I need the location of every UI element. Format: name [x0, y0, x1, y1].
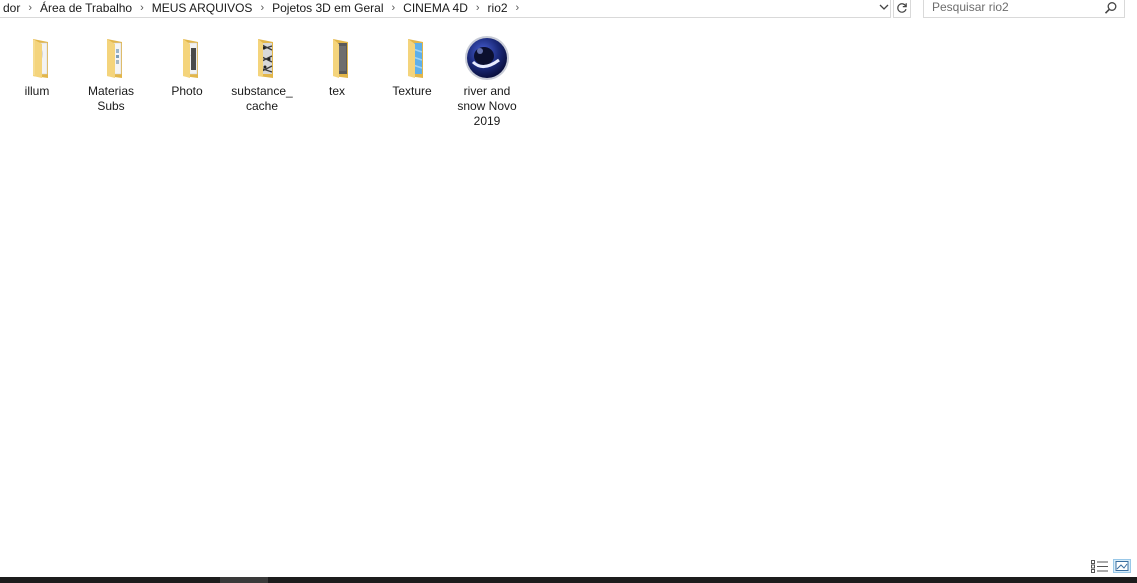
item-label: river and snow Novo 2019	[457, 84, 517, 128]
folder-item-photo[interactable]: Photo	[150, 34, 224, 99]
c4d-file-item-river-and-snow[interactable]: river and snow Novo 2019	[450, 34, 524, 129]
breadcrumb-item-meus-arquivos[interactable]: MEUS ARQUIVOS	[148, 0, 257, 17]
large-icons-view-icon	[1115, 561, 1129, 571]
taskbar-active-item[interactable]	[220, 577, 268, 583]
refresh-button[interactable]	[893, 0, 911, 18]
search-icon[interactable]	[1104, 1, 1118, 15]
address-history-button[interactable]	[877, 0, 891, 15]
cinema4d-file-icon	[465, 36, 509, 80]
folder-icon	[183, 39, 198, 78]
item-label: illum	[24, 84, 50, 98]
chevron-right-icon[interactable]: ›	[136, 0, 148, 17]
refresh-icon	[897, 3, 907, 13]
breadcrumb-item-cinema-4d[interactable]: CINEMA 4D	[399, 0, 472, 17]
folder-icon	[107, 39, 122, 78]
taskbar	[0, 577, 1137, 583]
chevron-right-icon[interactable]: ›	[472, 0, 484, 17]
chevron-right-icon[interactable]: ›	[388, 0, 400, 17]
item-label: tex	[328, 84, 345, 98]
folder-icon	[33, 39, 48, 78]
folder-icon	[258, 39, 273, 78]
breadcrumb-item-desktop[interactable]: Área de Trabalho	[36, 0, 136, 17]
breadcrumb-item-rio2[interactable]: rio2	[484, 0, 512, 17]
search-box[interactable]	[923, 0, 1125, 18]
item-label: Materias Subs	[87, 84, 134, 113]
chevron-right-icon[interactable]: ›	[256, 0, 268, 17]
folder-item-tex[interactable]: tex	[300, 34, 374, 99]
folder-item-materias-subs[interactable]: Materias Subs	[74, 34, 148, 114]
folder-item-illum[interactable]: illum	[0, 34, 74, 99]
breadcrumb: dor › Área de Trabalho › MEUS ARQUIVOS ›…	[0, 0, 523, 17]
address-bar[interactable]: dor › Área de Trabalho › MEUS ARQUIVOS ›…	[0, 0, 891, 18]
folder-item-substance-cache[interactable]: substance_ cache	[225, 34, 299, 114]
breadcrumb-item-computer[interactable]: dor	[0, 0, 24, 17]
item-label: substance_ cache	[231, 84, 293, 113]
item-label: Photo	[171, 84, 203, 98]
item-label: Texture	[392, 84, 432, 98]
chevron-down-icon	[879, 4, 889, 10]
breadcrumb-item-projetos-3d[interactable]: Pojetos 3D em Geral	[268, 0, 387, 17]
chevron-right-icon[interactable]: ›	[512, 0, 524, 17]
folder-icon	[333, 39, 348, 78]
large-icons-view-button[interactable]	[1113, 559, 1131, 573]
chevron-right-icon[interactable]: ›	[24, 0, 36, 17]
details-view-icon[interactable]	[1091, 560, 1109, 573]
folder-item-texture[interactable]: Texture	[375, 34, 449, 99]
search-input[interactable]	[932, 0, 1100, 15]
folder-icon	[408, 39, 423, 78]
